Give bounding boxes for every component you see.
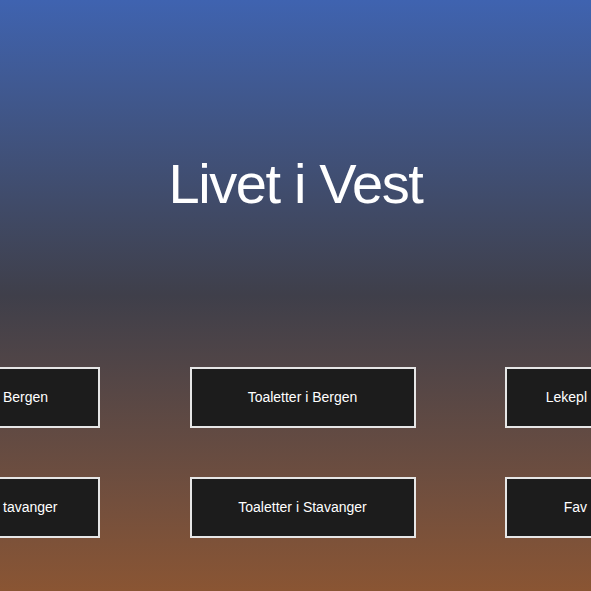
nav-button[interactable]: Toaletter i Bergen — [190, 367, 416, 428]
button-row: tavanger Toaletter i Stavanger Fav — [0, 477, 591, 538]
nav-button[interactable]: Fav — [505, 477, 591, 538]
page: Livet i Vest Bergen Toaletter i Bergen Leke… — [0, 0, 591, 591]
nav-button[interactable]: Toaletter i Stavanger — [190, 477, 416, 538]
nav-button[interactable]: tavanger — [0, 477, 100, 538]
page-title: Livet i Vest — [168, 150, 422, 217]
nav-button[interactable]: Lekepl — [505, 367, 591, 428]
nav-button[interactable]: Bergen — [0, 367, 100, 428]
button-row: Bergen Toaletter i Bergen Lekepl — [0, 367, 591, 428]
